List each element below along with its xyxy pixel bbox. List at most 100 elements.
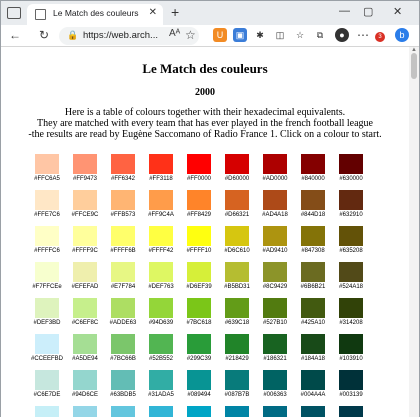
colour-swatch[interactable] — [187, 406, 211, 417]
colour-cell[interactable]: #CCEEFBD — [28, 334, 66, 362]
colour-swatch[interactable] — [35, 154, 59, 174]
colour-swatch[interactable] — [225, 298, 249, 318]
colour-swatch[interactable] — [225, 406, 249, 417]
colour-swatch[interactable] — [73, 226, 97, 246]
colour-swatch[interactable] — [149, 154, 173, 174]
colour-cell[interactable]: #840000 — [294, 154, 332, 182]
colour-swatch[interactable] — [111, 370, 135, 390]
colour-cell[interactable]: #8C9429 — [256, 262, 294, 290]
colour-cell[interactable]: #004A4A — [294, 370, 332, 398]
colour-swatch[interactable] — [149, 190, 173, 210]
colour-swatch[interactable] — [339, 406, 363, 417]
colour-swatch[interactable] — [339, 334, 363, 354]
colour-cell[interactable]: #D66321 — [218, 190, 256, 218]
colour-cell[interactable]: #D60000 — [218, 154, 256, 182]
colour-swatch[interactable] — [301, 190, 325, 210]
colour-cell[interactable]: #B5BD31 — [218, 262, 256, 290]
colour-cell[interactable]: #639C18 — [218, 298, 256, 326]
colour-swatch[interactable] — [339, 226, 363, 246]
colour-swatch[interactable] — [301, 154, 325, 174]
colour-cell[interactable]: #FFFFC6 — [28, 226, 66, 254]
colour-cell[interactable]: #184A18 — [294, 334, 332, 362]
colour-cell[interactable]: #31B5D6 — [142, 406, 180, 417]
colour-cell[interactable]: #003139 — [332, 370, 370, 398]
colour-swatch[interactable] — [149, 298, 173, 318]
colour-cell[interactable]: #299C39 — [180, 334, 218, 362]
colour-swatch[interactable] — [149, 334, 173, 354]
colour-cell[interactable]: #FFE7C6 — [28, 190, 66, 218]
colour-cell[interactable]: #103910 — [332, 334, 370, 362]
colour-swatch[interactable] — [187, 226, 211, 246]
colour-swatch[interactable] — [225, 334, 249, 354]
colour-swatch[interactable] — [73, 406, 97, 417]
colour-cell[interactable]: #AD4A18 — [256, 190, 294, 218]
colour-cell[interactable]: #63BDB5 — [104, 370, 142, 398]
colour-swatch[interactable] — [301, 298, 325, 318]
colour-swatch[interactable] — [339, 298, 363, 318]
colour-swatch[interactable] — [73, 334, 97, 354]
colour-cell[interactable]: #630000 — [332, 154, 370, 182]
colour-swatch[interactable] — [263, 190, 287, 210]
colour-swatch[interactable] — [187, 262, 211, 282]
colour-swatch[interactable] — [301, 262, 325, 282]
colour-cell[interactable]: #AD9410 — [256, 226, 294, 254]
colour-swatch[interactable] — [73, 154, 97, 174]
colour-cell[interactable]: #94D639 — [142, 298, 180, 326]
colour-cell[interactable]: #FF9C4A — [142, 190, 180, 218]
colour-swatch[interactable] — [301, 226, 325, 246]
colour-cell[interactable]: #31ADA5 — [142, 370, 180, 398]
colour-cell[interactable]: #ADDE63 — [104, 298, 142, 326]
colour-cell[interactable]: #DEF3BD — [28, 298, 66, 326]
colour-swatch[interactable] — [263, 406, 287, 417]
favorites-icon[interactable]: ☆ — [293, 28, 307, 42]
colour-cell[interactable]: #FF0000 — [180, 154, 218, 182]
colour-cell[interactable]: #C6EF8C — [66, 298, 104, 326]
colour-cell[interactable]: #E7F784 — [104, 262, 142, 290]
profile-avatar[interactable]: ● — [335, 28, 349, 42]
colour-swatch[interactable] — [339, 190, 363, 210]
colour-swatch[interactable] — [35, 406, 59, 417]
colour-cell[interactable]: #94D6CE — [66, 370, 104, 398]
colour-cell[interactable]: #6B6B21 — [294, 262, 332, 290]
colour-swatch[interactable] — [187, 298, 211, 318]
colour-cell[interactable]: #FF9473 — [66, 154, 104, 182]
colour-cell[interactable]: #00A5C6 — [180, 406, 218, 417]
extension-icon[interactable]: U — [213, 28, 227, 42]
colour-swatch[interactable] — [225, 262, 249, 282]
colour-swatch[interactable] — [225, 226, 249, 246]
colour-swatch[interactable] — [301, 334, 325, 354]
colour-swatch[interactable] — [187, 334, 211, 354]
colour-swatch[interactable] — [149, 406, 173, 417]
colour-cell[interactable]: #314208 — [332, 298, 370, 326]
favorite-star-icon[interactable]: ☆ — [185, 28, 196, 42]
reload-icon[interactable]: ↻ — [39, 28, 49, 42]
new-tab-button[interactable]: + — [171, 4, 179, 20]
colour-cell[interactable]: #C6E7DE — [28, 370, 66, 398]
colour-cell[interactable]: #089494 — [180, 370, 218, 398]
colour-swatch[interactable] — [149, 226, 173, 246]
colour-cell[interactable]: #847308 — [294, 226, 332, 254]
colour-cell[interactable]: #006B84 — [256, 406, 294, 417]
colour-swatch[interactable] — [225, 154, 249, 174]
colour-cell[interactable]: #425A10 — [294, 298, 332, 326]
colour-swatch[interactable] — [111, 226, 135, 246]
colour-swatch[interactable] — [73, 298, 97, 318]
colour-swatch[interactable] — [187, 190, 211, 210]
colour-cell[interactable]: #A5DE94 — [66, 334, 104, 362]
colour-cell[interactable]: #0084A5 — [218, 406, 256, 417]
colour-swatch[interactable] — [111, 154, 135, 174]
colour-swatch[interactable] — [35, 226, 59, 246]
colour-swatch[interactable] — [263, 370, 287, 390]
colour-cell[interactable]: #94D6E7 — [66, 406, 104, 417]
colour-swatch[interactable] — [73, 262, 97, 282]
colour-cell[interactable]: #FFFF10 — [180, 226, 218, 254]
colour-swatch[interactable] — [149, 262, 173, 282]
scrollbar-thumb[interactable] — [411, 53, 417, 79]
colour-swatch[interactable] — [111, 298, 135, 318]
colour-cell[interactable]: #FF6342 — [104, 154, 142, 182]
colour-cell[interactable]: #AD0000 — [256, 154, 294, 182]
colour-cell[interactable]: #844D18 — [294, 190, 332, 218]
colour-cell[interactable]: #006363 — [256, 370, 294, 398]
colour-swatch[interactable] — [35, 334, 59, 354]
colour-swatch[interactable] — [301, 406, 325, 417]
